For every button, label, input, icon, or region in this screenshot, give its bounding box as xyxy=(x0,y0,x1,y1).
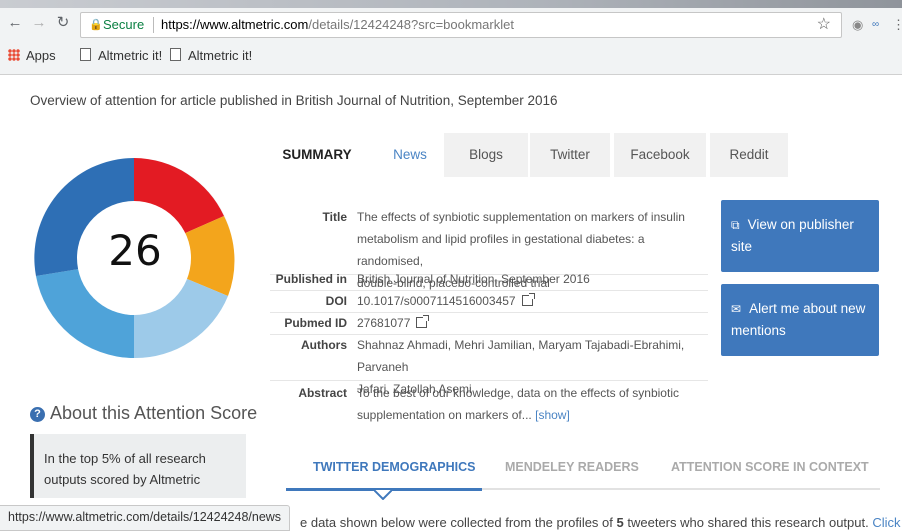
active-tab-caret-icon xyxy=(374,490,392,500)
tab-reddit[interactable]: Reddit xyxy=(710,133,788,177)
detail-authors: Authors Shahnaz Ahmadi, Mehri Jamilian, … xyxy=(270,334,708,396)
tab-blogs[interactable]: Blogs xyxy=(444,133,528,177)
alert-me-button[interactable]: ✉ Alert me about new mentions xyxy=(721,284,879,356)
detail-pubmed: Pubmed ID 27681077 xyxy=(270,312,708,335)
detail-label: Authors xyxy=(301,338,347,352)
url-text: https://www.altmetric.com/details/124242… xyxy=(161,17,514,32)
address-bar[interactable]: 🔒 Secure https://www.altmetric.com/detai… xyxy=(80,12,842,38)
status-bar-url: https://www.altmetric.com/details/124242… xyxy=(0,505,291,531)
show-abstract-link[interactable]: [show] xyxy=(535,408,570,422)
detail-label: Title xyxy=(322,210,347,224)
analysis-tabs: TWITTER DEMOGRAPHICS MENDELEY READERS AT… xyxy=(286,448,880,500)
click-link[interactable]: Click xyxy=(872,515,900,530)
detail-label: Published in xyxy=(275,272,347,286)
view-on-publisher-button[interactable]: ⧉ View on publisher site xyxy=(721,200,879,272)
bookmark-altmetric-2[interactable]: Altmetric it! xyxy=(170,48,252,63)
page-icon xyxy=(80,48,91,61)
envelope-icon: ✉ xyxy=(731,302,742,316)
detail-label: Abstract xyxy=(298,386,347,400)
extension-icon[interactable]: ◉ xyxy=(852,17,863,33)
address-row: ← → ↻ 🔒 Secure https://www.altmetric.com… xyxy=(0,8,902,40)
window-top-strip xyxy=(0,0,902,8)
about-attention-score[interactable]: ? About this Attention Score xyxy=(30,403,257,424)
menu-icon[interactable]: ⋮ xyxy=(892,17,902,33)
pubmed-link[interactable]: 27681077 xyxy=(357,312,697,334)
detail-label: DOI xyxy=(325,294,347,308)
bookmark-star-icon[interactable]: ☆ xyxy=(817,13,831,37)
tab-attention-score-context[interactable]: ATTENTION SCORE IN CONTEXT xyxy=(671,460,869,474)
apps-icon xyxy=(8,49,20,61)
detail-title: Title The effects of synbiotic supplemen… xyxy=(270,206,708,290)
detail-abstract: Abstract To the best of our knowledge, d… xyxy=(270,382,708,428)
tab-twitter[interactable]: Twitter xyxy=(530,133,610,177)
external-link-icon[interactable] xyxy=(416,315,430,328)
detail-published: Published in British Journal of Nutritio… xyxy=(270,268,708,291)
page-icon xyxy=(170,48,181,61)
bookmark-apps[interactable]: Apps xyxy=(8,48,56,63)
browser-chrome: ← → ↻ 🔒 Secure https://www.altmetric.com… xyxy=(0,8,902,75)
detail-doi: DOI 10.1017/s0007114516003457 xyxy=(270,290,708,313)
altmetric-extension-icon[interactable]: ∞ xyxy=(872,19,879,30)
tab-twitter-demographics[interactable]: TWITTER DEMOGRAPHICS xyxy=(313,460,476,474)
lock-icon: 🔒 xyxy=(89,19,103,31)
article-overview: Overview of attention for article publis… xyxy=(30,93,558,108)
demographics-intro: e data shown below were collected from t… xyxy=(300,515,901,530)
tab-facebook[interactable]: Facebook xyxy=(614,133,706,177)
back-button[interactable]: ← xyxy=(6,14,24,32)
forward-button[interactable]: → xyxy=(30,14,48,32)
external-link-icon[interactable] xyxy=(521,293,535,306)
detail-value: To the best of our knowledge, data on th… xyxy=(357,386,679,422)
detail-value: British Journal of Nutrition, September … xyxy=(357,272,590,286)
secure-label: Secure xyxy=(103,17,145,32)
tab-summary[interactable]: SUMMARY xyxy=(270,133,364,179)
address-separator xyxy=(153,17,154,33)
tab-mendeley-readers[interactable]: MENDELEY READERS xyxy=(505,460,639,474)
bookmarks-bar: Apps Altmetric it! Altmetric it! xyxy=(0,44,902,70)
question-icon: ? xyxy=(30,407,45,422)
tab-news[interactable]: News xyxy=(370,133,450,177)
doi-link[interactable]: 10.1017/s0007114516003457 xyxy=(357,290,697,312)
reload-button[interactable]: ↻ xyxy=(54,14,72,32)
attention-score-value: 26 xyxy=(108,226,162,275)
bookmark-altmetric-1[interactable]: Altmetric it! xyxy=(80,48,162,63)
percentile-callout: In the top 5% of all research outputs sc… xyxy=(30,434,246,498)
detail-label: Pubmed ID xyxy=(284,316,347,330)
external-link-icon: ⧉ xyxy=(731,218,740,232)
